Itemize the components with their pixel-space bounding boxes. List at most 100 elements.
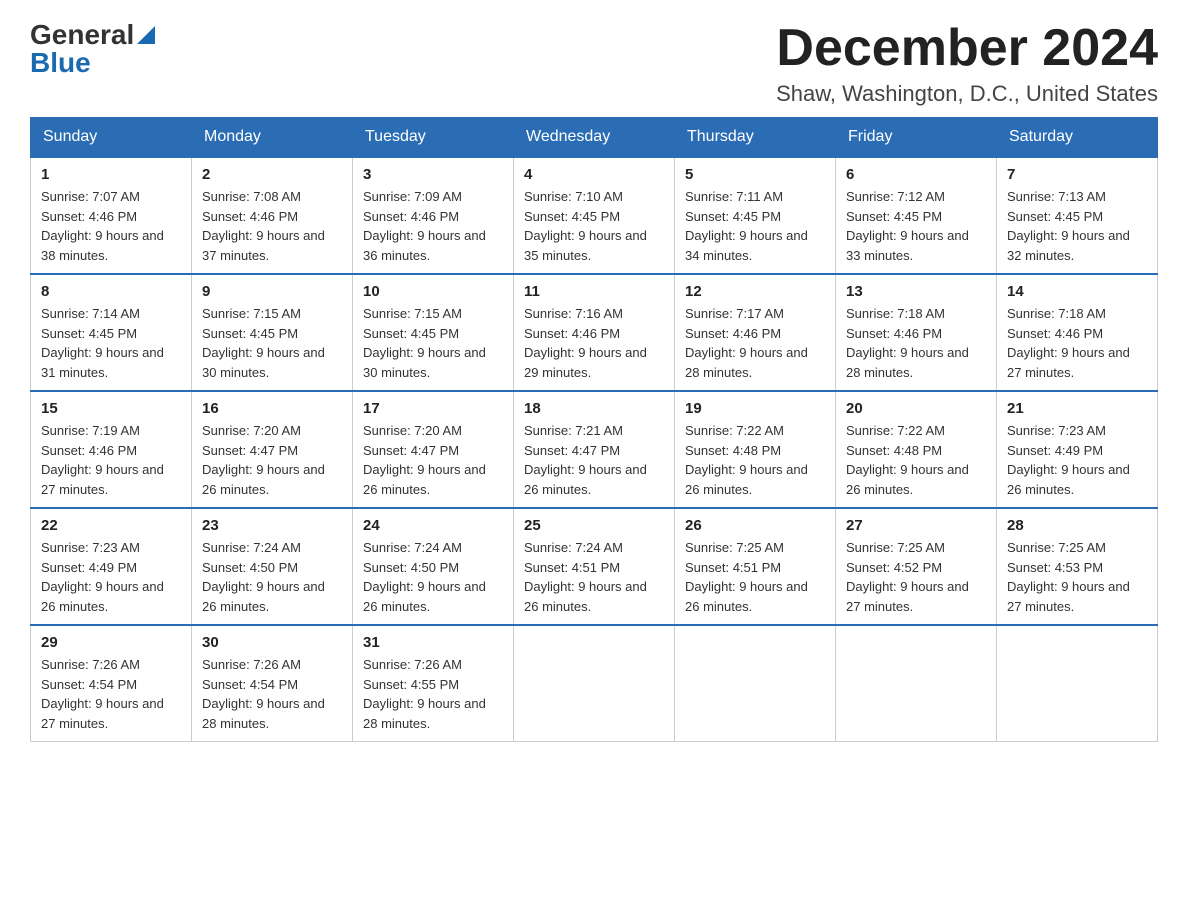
day-number: 11 [524, 283, 664, 300]
calendar-day-cell: 14 Sunrise: 7:18 AM Sunset: 4:46 PM Dayl… [997, 274, 1158, 391]
day-number: 24 [363, 517, 503, 534]
day-number: 2 [202, 166, 342, 183]
calendar-day-cell: 8 Sunrise: 7:14 AM Sunset: 4:45 PM Dayli… [31, 274, 192, 391]
day-info: Sunrise: 7:16 AM Sunset: 4:46 PM Dayligh… [524, 304, 664, 382]
day-info: Sunrise: 7:21 AM Sunset: 4:47 PM Dayligh… [524, 421, 664, 499]
calendar-week-row: 1 Sunrise: 7:07 AM Sunset: 4:46 PM Dayli… [31, 157, 1158, 274]
day-number: 26 [685, 517, 825, 534]
calendar-day-cell: 3 Sunrise: 7:09 AM Sunset: 4:46 PM Dayli… [353, 157, 514, 274]
header-tuesday: Tuesday [353, 118, 514, 158]
day-info: Sunrise: 7:20 AM Sunset: 4:47 PM Dayligh… [363, 421, 503, 499]
calendar-day-cell: 6 Sunrise: 7:12 AM Sunset: 4:45 PM Dayli… [836, 157, 997, 274]
header-wednesday: Wednesday [514, 118, 675, 158]
day-number: 6 [846, 166, 986, 183]
day-info: Sunrise: 7:26 AM Sunset: 4:54 PM Dayligh… [202, 655, 342, 733]
day-number: 17 [363, 400, 503, 417]
day-info: Sunrise: 7:22 AM Sunset: 4:48 PM Dayligh… [685, 421, 825, 499]
day-number: 19 [685, 400, 825, 417]
calendar-day-cell [997, 625, 1158, 742]
calendar-day-cell: 25 Sunrise: 7:24 AM Sunset: 4:51 PM Dayl… [514, 508, 675, 625]
calendar-week-row: 15 Sunrise: 7:19 AM Sunset: 4:46 PM Dayl… [31, 391, 1158, 508]
day-number: 14 [1007, 283, 1147, 300]
logo-general: General [30, 21, 134, 49]
day-number: 30 [202, 634, 342, 651]
calendar-day-cell: 10 Sunrise: 7:15 AM Sunset: 4:45 PM Dayl… [353, 274, 514, 391]
calendar-day-cell [514, 625, 675, 742]
day-info: Sunrise: 7:23 AM Sunset: 4:49 PM Dayligh… [41, 538, 181, 616]
calendar-day-cell: 20 Sunrise: 7:22 AM Sunset: 4:48 PM Dayl… [836, 391, 997, 508]
month-year-title: December 2024 [776, 20, 1158, 77]
day-number: 8 [41, 283, 181, 300]
location-subtitle: Shaw, Washington, D.C., United States [776, 81, 1158, 107]
day-info: Sunrise: 7:13 AM Sunset: 4:45 PM Dayligh… [1007, 187, 1147, 265]
logo-blue: Blue [30, 47, 91, 78]
calendar-day-cell: 12 Sunrise: 7:17 AM Sunset: 4:46 PM Dayl… [675, 274, 836, 391]
logo-triangle-icon [137, 22, 155, 49]
title-area: December 2024 Shaw, Washington, D.C., Un… [776, 20, 1158, 107]
day-number: 25 [524, 517, 664, 534]
calendar-day-cell: 24 Sunrise: 7:24 AM Sunset: 4:50 PM Dayl… [353, 508, 514, 625]
day-info: Sunrise: 7:26 AM Sunset: 4:55 PM Dayligh… [363, 655, 503, 733]
header-saturday: Saturday [997, 118, 1158, 158]
day-info: Sunrise: 7:17 AM Sunset: 4:46 PM Dayligh… [685, 304, 825, 382]
day-number: 10 [363, 283, 503, 300]
day-info: Sunrise: 7:07 AM Sunset: 4:46 PM Dayligh… [41, 187, 181, 265]
calendar-day-cell: 5 Sunrise: 7:11 AM Sunset: 4:45 PM Dayli… [675, 157, 836, 274]
day-number: 21 [1007, 400, 1147, 417]
day-info: Sunrise: 7:25 AM Sunset: 4:52 PM Dayligh… [846, 538, 986, 616]
calendar-day-cell: 13 Sunrise: 7:18 AM Sunset: 4:46 PM Dayl… [836, 274, 997, 391]
day-info: Sunrise: 7:08 AM Sunset: 4:46 PM Dayligh… [202, 187, 342, 265]
day-info: Sunrise: 7:10 AM Sunset: 4:45 PM Dayligh… [524, 187, 664, 265]
calendar-day-cell: 17 Sunrise: 7:20 AM Sunset: 4:47 PM Dayl… [353, 391, 514, 508]
calendar-week-row: 22 Sunrise: 7:23 AM Sunset: 4:49 PM Dayl… [31, 508, 1158, 625]
day-number: 27 [846, 517, 986, 534]
day-info: Sunrise: 7:11 AM Sunset: 4:45 PM Dayligh… [685, 187, 825, 265]
header-friday: Friday [836, 118, 997, 158]
calendar-week-row: 29 Sunrise: 7:26 AM Sunset: 4:54 PM Dayl… [31, 625, 1158, 742]
calendar-week-row: 8 Sunrise: 7:14 AM Sunset: 4:45 PM Dayli… [31, 274, 1158, 391]
calendar-day-cell: 30 Sunrise: 7:26 AM Sunset: 4:54 PM Dayl… [192, 625, 353, 742]
calendar-day-cell: 27 Sunrise: 7:25 AM Sunset: 4:52 PM Dayl… [836, 508, 997, 625]
day-info: Sunrise: 7:15 AM Sunset: 4:45 PM Dayligh… [363, 304, 503, 382]
day-number: 3 [363, 166, 503, 183]
day-number: 4 [524, 166, 664, 183]
day-info: Sunrise: 7:19 AM Sunset: 4:46 PM Dayligh… [41, 421, 181, 499]
day-number: 29 [41, 634, 181, 651]
calendar-day-cell: 29 Sunrise: 7:26 AM Sunset: 4:54 PM Dayl… [31, 625, 192, 742]
page-header: General Blue December 2024 Shaw, Washing… [30, 20, 1158, 107]
calendar-day-cell: 11 Sunrise: 7:16 AM Sunset: 4:46 PM Dayl… [514, 274, 675, 391]
day-number: 31 [363, 634, 503, 651]
calendar-day-cell: 18 Sunrise: 7:21 AM Sunset: 4:47 PM Dayl… [514, 391, 675, 508]
logo: General Blue [30, 20, 155, 77]
calendar-day-cell: 2 Sunrise: 7:08 AM Sunset: 4:46 PM Dayli… [192, 157, 353, 274]
day-number: 23 [202, 517, 342, 534]
day-number: 9 [202, 283, 342, 300]
day-number: 5 [685, 166, 825, 183]
day-info: Sunrise: 7:15 AM Sunset: 4:45 PM Dayligh… [202, 304, 342, 382]
day-info: Sunrise: 7:18 AM Sunset: 4:46 PM Dayligh… [1007, 304, 1147, 382]
day-info: Sunrise: 7:25 AM Sunset: 4:53 PM Dayligh… [1007, 538, 1147, 616]
day-number: 22 [41, 517, 181, 534]
calendar-day-cell: 22 Sunrise: 7:23 AM Sunset: 4:49 PM Dayl… [31, 508, 192, 625]
calendar-day-cell: 26 Sunrise: 7:25 AM Sunset: 4:51 PM Dayl… [675, 508, 836, 625]
header-sunday: Sunday [31, 118, 192, 158]
calendar-day-cell: 9 Sunrise: 7:15 AM Sunset: 4:45 PM Dayli… [192, 274, 353, 391]
day-info: Sunrise: 7:23 AM Sunset: 4:49 PM Dayligh… [1007, 421, 1147, 499]
calendar-day-cell: 21 Sunrise: 7:23 AM Sunset: 4:49 PM Dayl… [997, 391, 1158, 508]
day-info: Sunrise: 7:24 AM Sunset: 4:50 PM Dayligh… [202, 538, 342, 616]
header-thursday: Thursday [675, 118, 836, 158]
day-number: 7 [1007, 166, 1147, 183]
calendar-day-cell: 19 Sunrise: 7:22 AM Sunset: 4:48 PM Dayl… [675, 391, 836, 508]
day-info: Sunrise: 7:18 AM Sunset: 4:46 PM Dayligh… [846, 304, 986, 382]
day-number: 1 [41, 166, 181, 183]
day-info: Sunrise: 7:09 AM Sunset: 4:46 PM Dayligh… [363, 187, 503, 265]
day-number: 12 [685, 283, 825, 300]
calendar-day-cell: 31 Sunrise: 7:26 AM Sunset: 4:55 PM Dayl… [353, 625, 514, 742]
calendar-day-cell: 1 Sunrise: 7:07 AM Sunset: 4:46 PM Dayli… [31, 157, 192, 274]
day-number: 20 [846, 400, 986, 417]
day-info: Sunrise: 7:12 AM Sunset: 4:45 PM Dayligh… [846, 187, 986, 265]
calendar-day-cell [675, 625, 836, 742]
day-number: 28 [1007, 517, 1147, 534]
calendar-day-cell: 16 Sunrise: 7:20 AM Sunset: 4:47 PM Dayl… [192, 391, 353, 508]
day-info: Sunrise: 7:24 AM Sunset: 4:51 PM Dayligh… [524, 538, 664, 616]
